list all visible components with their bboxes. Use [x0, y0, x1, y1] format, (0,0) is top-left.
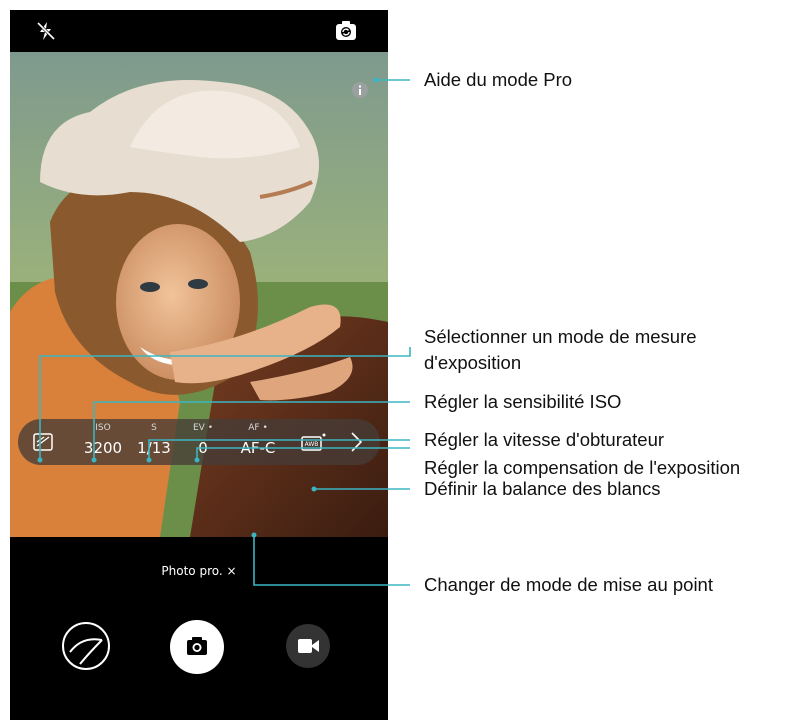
top-bar [10, 10, 388, 52]
shutter-label: S [151, 423, 157, 433]
svg-text:AWB: AWB [305, 441, 319, 448]
ev-label: EV • [192, 423, 213, 433]
callout-metering-line2: d'exposition [424, 352, 522, 373]
video-icon [298, 639, 319, 653]
pro-controls-bar: ISO 3200 S 1/13 EV • 0 AF • AF-C AWB [18, 419, 380, 465]
callout-af: Changer de mode de mise au point [424, 574, 713, 595]
wb-control[interactable]: AWB [298, 419, 330, 465]
callout-iso: Régler la sensibilité ISO [424, 391, 622, 412]
ev-control[interactable]: EV • 0 [188, 419, 218, 465]
white-balance-icon: AWB [301, 433, 326, 451]
shutter-control[interactable]: S 1/13 [131, 419, 177, 465]
metering-control[interactable] [28, 419, 58, 465]
gallery-button[interactable] [62, 622, 110, 670]
af-label: AF • [248, 423, 268, 433]
more-controls-button[interactable] [342, 419, 370, 465]
shutter-value: 1/13 [137, 439, 171, 457]
iso-label: ISO [95, 423, 111, 433]
callout-wb: Définir la balance des blancs [424, 478, 661, 499]
iso-control[interactable]: ISO 3200 [78, 419, 128, 465]
callout-pro-help: Aide du mode Pro [424, 69, 573, 90]
af-value: AF-C [240, 439, 276, 457]
switch-camera-icon[interactable] [334, 20, 358, 42]
page-indicator [10, 712, 388, 718]
callout-metering-line1: Sélectionner un mode de mesure [424, 326, 697, 347]
iso-value: 3200 [83, 439, 123, 457]
viewfinder[interactable]: ISO 3200 S 1/13 EV • 0 AF • AF-C AWB [10, 52, 388, 537]
metering-icon [33, 433, 53, 451]
shutter-icon [187, 637, 207, 655]
video-button[interactable] [286, 624, 330, 668]
callout-ev: Régler la compensation de l'exposition [424, 457, 741, 478]
info-icon[interactable] [352, 82, 368, 98]
bottom-controls: Photo pro. × [10, 537, 388, 720]
mode-label[interactable]: Photo pro. × [10, 564, 388, 578]
callout-shutter: Régler la vitesse d'obturateur [424, 429, 665, 450]
flash-off-icon[interactable] [36, 21, 56, 41]
gallery-icon [69, 638, 103, 665]
camera-screen: ISO 3200 S 1/13 EV • 0 AF • AF-C AWB Pho… [10, 10, 388, 720]
chevron-right-icon [351, 432, 363, 452]
af-control[interactable]: AF • AF-C [233, 419, 283, 465]
ev-value: 0 [198, 439, 208, 457]
shutter-button[interactable] [170, 620, 224, 674]
